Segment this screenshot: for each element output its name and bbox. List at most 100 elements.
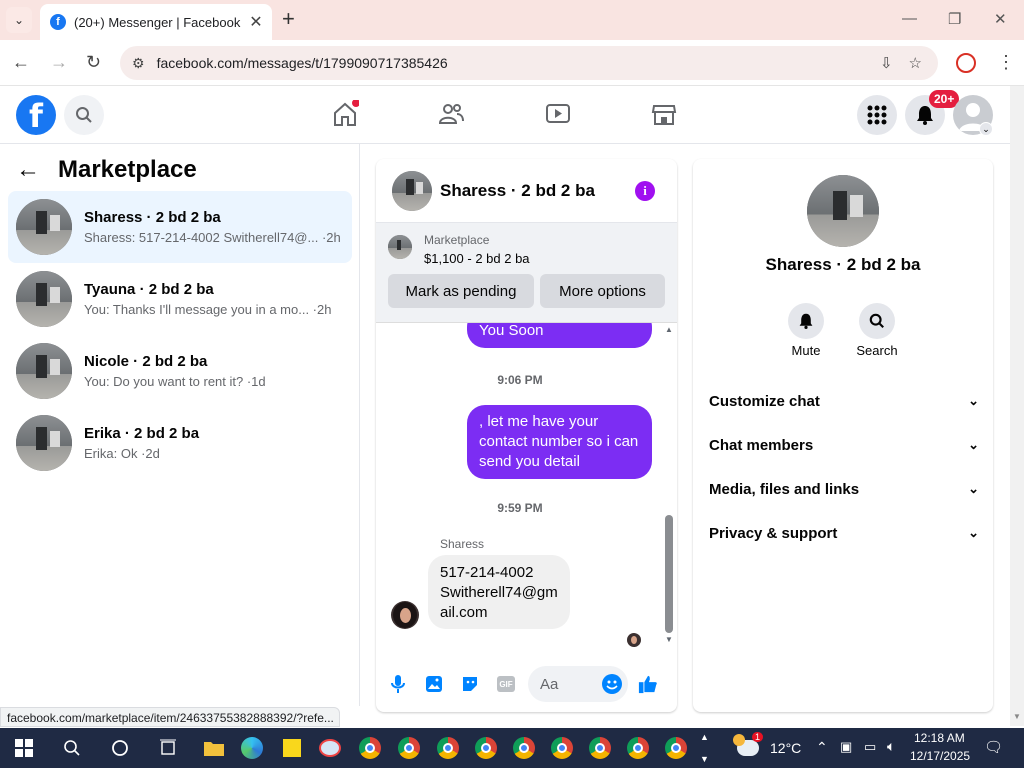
microphone-icon[interactable] — [388, 674, 408, 694]
reload-button[interactable]: ↻ — [86, 52, 101, 73]
conversation-item-nicole[interactable]: Nicole · 2 bd 2 ba You: Do you want to r… — [8, 335, 352, 407]
conversation-item-tyauna[interactable]: Tyauna · 2 bd 2 ba You: Thanks I'll mess… — [8, 263, 352, 335]
emoji-icon[interactable] — [602, 674, 622, 694]
taskbar-scroll-down-icon[interactable]: ▼ — [700, 754, 709, 764]
chrome-icon[interactable] — [626, 736, 650, 760]
browser-tab[interactable]: f (20+) Messenger | Facebook ✕ — [40, 4, 272, 40]
new-tab-button[interactable]: + — [282, 8, 295, 30]
listing-mini-thumbnail[interactable] — [388, 235, 412, 259]
gif-icon[interactable]: GIF — [496, 674, 516, 694]
like-thumbs-up-icon[interactable] — [638, 674, 658, 694]
conversation-item-erika[interactable]: Erika · 2 bd 2 ba Erika: Ok ·2d — [8, 407, 352, 479]
search-icon[interactable] — [64, 95, 104, 135]
chrome-icon[interactable] — [664, 736, 688, 760]
menu-grid-icon[interactable] — [857, 95, 897, 135]
network-icon[interactable]: ▭ — [864, 739, 876, 755]
show-hidden-icons-icon[interactable]: ⌃ — [816, 739, 828, 756]
close-tab-icon[interactable]: ✕ — [246, 12, 266, 32]
volume-icon[interactable]: 🔈︎ — [887, 738, 895, 755]
minimize-button[interactable]: — — [902, 10, 917, 27]
sticky-notes-icon[interactable] — [280, 736, 304, 760]
tab-title: (20+) Messenger | Facebook — [74, 14, 241, 30]
conversation-name: Erika · 2 bd 2 ba — [84, 425, 200, 442]
listing-thumbnail — [16, 415, 72, 471]
task-view-icon[interactable] — [156, 736, 180, 760]
bookmark-star-icon[interactable]: ☆ — [909, 54, 922, 72]
listing-price[interactable]: $1,100 - 2 bd 2 ba — [424, 251, 530, 266]
seen-receipt-avatar — [627, 633, 641, 647]
notification-center-icon[interactable]: 🗨︎ — [984, 738, 1003, 756]
message-input[interactable]: Aa — [528, 666, 628, 702]
listing-thumbnail — [16, 271, 72, 327]
mark-pending-button[interactable]: Mark as pending — [388, 274, 534, 308]
cortana-icon[interactable] — [108, 736, 132, 760]
chrome-icon[interactable] — [397, 736, 421, 760]
chrome-icon[interactable] — [436, 736, 460, 760]
customize-chat-row[interactable]: Customize chat ⌄ — [709, 379, 979, 423]
taskbar-scroll-up-icon[interactable]: ▲ — [700, 732, 709, 742]
conversation-name: Nicole · 2 bd 2 ba — [84, 353, 208, 370]
clock-date[interactable]: 12/17/2025 — [910, 749, 970, 763]
tab-search-button[interactable]: ⌄ — [6, 7, 32, 33]
chat-title[interactable]: Sharess · 2 bd 2 ba — [440, 181, 635, 201]
url-text[interactable]: facebook.com/messages/t/1799090717385426 — [157, 55, 880, 71]
account-chevron-icon[interactable]: ⌄ — [979, 122, 993, 136]
profile-icon[interactable] — [956, 53, 976, 73]
chrome-icon[interactable] — [512, 736, 536, 760]
home-icon[interactable] — [331, 99, 360, 128]
conversation-item-sharess[interactable]: Sharess · 2 bd 2 ba Sharess: 517-214-400… — [8, 191, 352, 263]
clock-time[interactable]: 12:18 AM — [914, 731, 965, 745]
taskbar-search-icon[interactable] — [60, 736, 84, 760]
back-arrow-icon[interactable]: ← — [16, 156, 40, 184]
edge-icon[interactable] — [240, 736, 264, 760]
chat-scroll-thumb[interactable] — [665, 515, 673, 633]
chat-scrollbar[interactable]: ▲ ▼ — [665, 325, 673, 645]
chevron-down-icon: ⌄ — [968, 481, 979, 496]
windows-start-icon[interactable] — [12, 736, 36, 760]
marketplace-icon[interactable] — [650, 100, 678, 128]
close-window-button[interactable]: ✕ — [994, 10, 1007, 28]
listing-thumbnail — [16, 199, 72, 255]
mute-button[interactable]: Mute — [776, 303, 836, 358]
sender-avatar[interactable] — [391, 601, 419, 629]
photo-icon[interactable] — [424, 674, 444, 694]
chat-header: Sharess · 2 bd 2 ba i — [376, 159, 677, 223]
site-settings-icon[interactable]: ⚙ — [132, 55, 145, 72]
listing-thumbnail — [16, 343, 72, 399]
windows-taskbar: ▲ ▼ 1 12°C ⌃ ▣ ▭ 🔈︎ 12:18 AM 12/17/2025 … — [0, 728, 1024, 768]
video-icon[interactable] — [544, 100, 572, 128]
chrome-icon[interactable] — [588, 736, 612, 760]
more-options-button[interactable]: More options — [540, 274, 665, 308]
paint-icon[interactable] — [318, 736, 342, 760]
incoming-message: 517-214-4002 Switherell74@gm ail.com — [428, 555, 570, 629]
chat-thumbnail[interactable] — [392, 170, 432, 211]
chat-members-row[interactable]: Chat members ⌄ — [709, 423, 979, 467]
facebook-logo-icon[interactable]: f — [16, 95, 56, 135]
weather-badge: 1 — [752, 732, 764, 742]
chrome-icon[interactable] — [550, 736, 574, 760]
chrome-icon[interactable] — [358, 736, 382, 760]
marketplace-listing-bar: Marketplace $1,100 - 2 bd 2 ba — [376, 223, 677, 323]
chrome-icon[interactable] — [474, 736, 498, 760]
search-conversation-button[interactable]: Search — [847, 303, 907, 358]
listing-label: Marketplace — [424, 233, 490, 247]
file-explorer-icon[interactable] — [202, 736, 226, 760]
search-icon — [859, 303, 895, 339]
conversation-snippet: You: Do you want to rent it? ·1d — [84, 374, 266, 389]
temperature[interactable]: 12°C — [770, 740, 801, 756]
sticker-icon[interactable] — [460, 674, 480, 694]
browser-menu-icon[interactable]: ⋮ — [997, 52, 1015, 73]
details-thumbnail — [807, 175, 879, 247]
info-icon[interactable]: i — [635, 180, 655, 201]
omnibox[interactable]: ⚙ facebook.com/messages/t/17990907173854… — [120, 46, 938, 80]
media-files-links-row[interactable]: Media, files and links ⌄ — [709, 467, 979, 511]
chat-details-panel: Sharess · 2 bd 2 ba Mute Search Customiz… — [693, 159, 993, 712]
page-scrollbar[interactable]: ▼ — [1010, 86, 1024, 726]
privacy-support-row[interactable]: Privacy & support ⌄ — [709, 511, 979, 555]
friends-icon[interactable] — [437, 100, 465, 128]
back-button[interactable]: ← — [12, 52, 30, 73]
forward-button[interactable]: → — [50, 52, 68, 73]
install-app-icon[interactable]: ⇩ — [880, 54, 893, 72]
meet-now-icon[interactable]: ▣ — [840, 739, 852, 755]
restore-button[interactable]: ❐ — [948, 10, 961, 28]
